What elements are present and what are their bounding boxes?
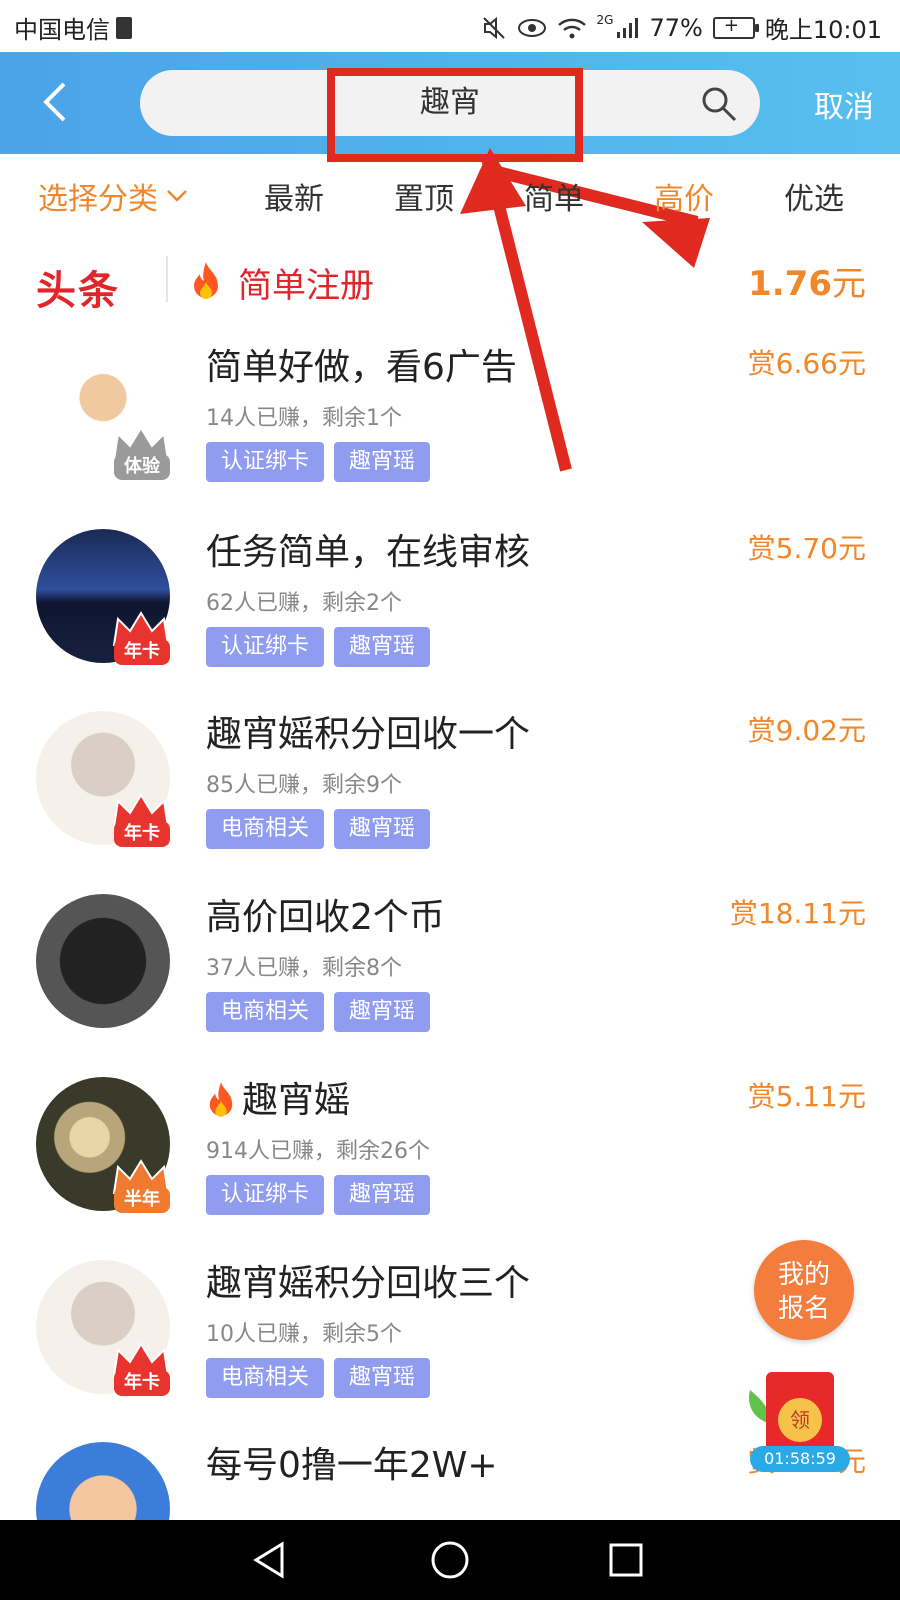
category-selector[interactable]: 选择分类: [38, 174, 188, 218]
headline-tag: 头条: [36, 268, 120, 314]
task-reward: 赏6.66元: [747, 347, 866, 380]
filter-bar: 选择分类 最新 置顶 简单 高价 优选: [0, 154, 900, 238]
badge-label: 体验: [114, 454, 170, 480]
headline-title: 简单注册: [238, 266, 374, 306]
task-tags: 认证绑卡 趣宵瑶: [206, 627, 431, 667]
tab-pinned[interactable]: 置顶: [394, 174, 454, 218]
fire-icon: [209, 1082, 233, 1117]
task-tags: 电商相关 趣宵瑶: [206, 809, 431, 849]
task-item[interactable]: 半年 趣宵媱 914人已赚，剩余26个认证绑卡 趣宵瑶 赏5.11元: [0, 1057, 900, 1243]
task-tag: 认证绑卡: [206, 1175, 325, 1215]
task-item[interactable]: 年卡 趣宵媱积分回收一个 85人已赚，剩余9个电商相关 趣宵瑶 赏9.02元: [0, 691, 900, 877]
category-label: 选择分类: [38, 182, 158, 217]
system-nav-bar: [0, 1520, 900, 1600]
task-reward: 赏9.02元: [747, 714, 866, 747]
red-packet-button[interactable]: 领 01:58:59: [744, 1366, 856, 1476]
task-title: 简单好做，看6广告: [206, 338, 517, 390]
task-tag: 趣宵瑶: [334, 627, 431, 667]
badge-label: 年卡: [114, 639, 170, 665]
divider: [166, 256, 168, 302]
membership-badge: 年卡: [110, 609, 172, 669]
task-title: 每号0撸一年2W+: [206, 1436, 498, 1488]
task-progress: 37人已赚，剩余8个: [206, 956, 402, 981]
task-title-text: 趣宵媱积分回收一个: [206, 714, 531, 755]
headline-row[interactable]: 头条 简单注册 1.76元: [0, 238, 900, 324]
nav-recents-icon[interactable]: [604, 1538, 648, 1582]
tab-high-price[interactable]: 高价: [654, 174, 714, 218]
membership-badge: 年卡: [110, 1340, 172, 1400]
headline-price: 1.76元: [748, 256, 866, 305]
task-tag: 趣宵瑶: [334, 1358, 431, 1398]
task-tag: 电商相关: [206, 1358, 325, 1398]
task-title: 趣宵媱: [206, 1071, 350, 1123]
task-reward: 赏5.11元: [747, 1080, 866, 1113]
task-title: 高价回收2个币: [206, 888, 445, 940]
badge-label: 年卡: [114, 1370, 170, 1396]
tab-featured[interactable]: 优选: [784, 174, 844, 218]
task-tags: 电商相关 趣宵瑶: [206, 992, 431, 1032]
task-progress: 85人已赚，剩余9个: [206, 773, 402, 798]
task-item[interactable]: 高价回收2个币 37人已赚，剩余8个电商相关 趣宵瑶 赏18.11元: [0, 874, 900, 1060]
task-title-text: 趣宵媱: [242, 1080, 351, 1121]
task-title: 趣宵媱积分回收三个: [206, 1254, 530, 1306]
task-tag: 电商相关: [206, 809, 325, 849]
tab-latest[interactable]: 最新: [264, 174, 324, 218]
task-tag: 趣宵瑶: [334, 809, 431, 849]
task-tag: 趣宵瑶: [334, 1175, 431, 1215]
headline-price-value: 1.76: [748, 264, 832, 304]
task-tags: 认证绑卡 趣宵瑶: [206, 1175, 431, 1215]
badge-label: 半年: [114, 1187, 170, 1213]
task-item[interactable]: 体验 简单好做，看6广告 14人已赚，剩余1个认证绑卡 趣宵瑶 赏6.66元: [0, 324, 900, 510]
task-tags: 电商相关 趣宵瑶: [206, 1358, 431, 1398]
task-title-text: 简单好做，看6广告: [206, 347, 517, 388]
my-signups-line1: 我的: [777, 1260, 830, 1290]
task-reward: 赏18.11元: [729, 897, 866, 930]
membership-badge: 半年: [110, 1157, 172, 1217]
task-title-text: 高价回收2个币: [206, 897, 445, 938]
task-progress: 62人已赚，剩余2个: [206, 591, 402, 616]
tab-simple[interactable]: 简单: [524, 174, 584, 218]
badge-label: 年卡: [114, 821, 170, 847]
task-tag: 认证绑卡: [206, 627, 325, 667]
red-packet-timer: 01:58:59: [750, 1446, 850, 1472]
headline-price-unit: 元: [832, 264, 866, 304]
nav-back-icon[interactable]: [248, 1538, 292, 1582]
task-progress: 14人已赚，剩余1个: [206, 406, 402, 431]
task-title-text: 每号0撸一年2W+: [206, 1445, 498, 1486]
membership-badge: 体验: [110, 424, 172, 484]
task-item[interactable]: 年卡 任务简单，在线审核 62人已赚，剩余2个认证绑卡 趣宵瑶 赏5.70元: [0, 509, 900, 695]
nav-home-icon[interactable]: [428, 1538, 472, 1582]
avatar: [36, 894, 170, 1028]
membership-badge: 年卡: [110, 791, 172, 851]
task-tag: 电商相关: [206, 992, 325, 1032]
red-packet-seal: 领: [778, 1398, 822, 1442]
task-title-text: 趣宵媱积分回收三个: [206, 1263, 531, 1304]
task-progress: 914人已赚，剩余26个: [206, 1139, 430, 1164]
my-signups-line2: 报名: [777, 1294, 830, 1324]
task-title: 任务简单，在线审核: [206, 523, 530, 575]
task-tags: 认证绑卡 趣宵瑶: [206, 442, 431, 482]
task-tag: 趣宵瑶: [334, 442, 431, 482]
task-title: 趣宵媱积分回收一个: [206, 705, 530, 757]
task-progress: 10人已赚，剩余5个: [206, 1322, 402, 1347]
fire-icon: [194, 262, 218, 299]
my-signups-button[interactable]: 我的 报名: [754, 1240, 854, 1340]
chevron-down-icon: [167, 190, 187, 202]
task-title-text: 任务简单，在线审核: [206, 532, 531, 573]
task-reward: 赏5.70元: [747, 532, 866, 565]
task-tag: 趣宵瑶: [334, 992, 431, 1032]
task-tag: 认证绑卡: [206, 442, 325, 482]
